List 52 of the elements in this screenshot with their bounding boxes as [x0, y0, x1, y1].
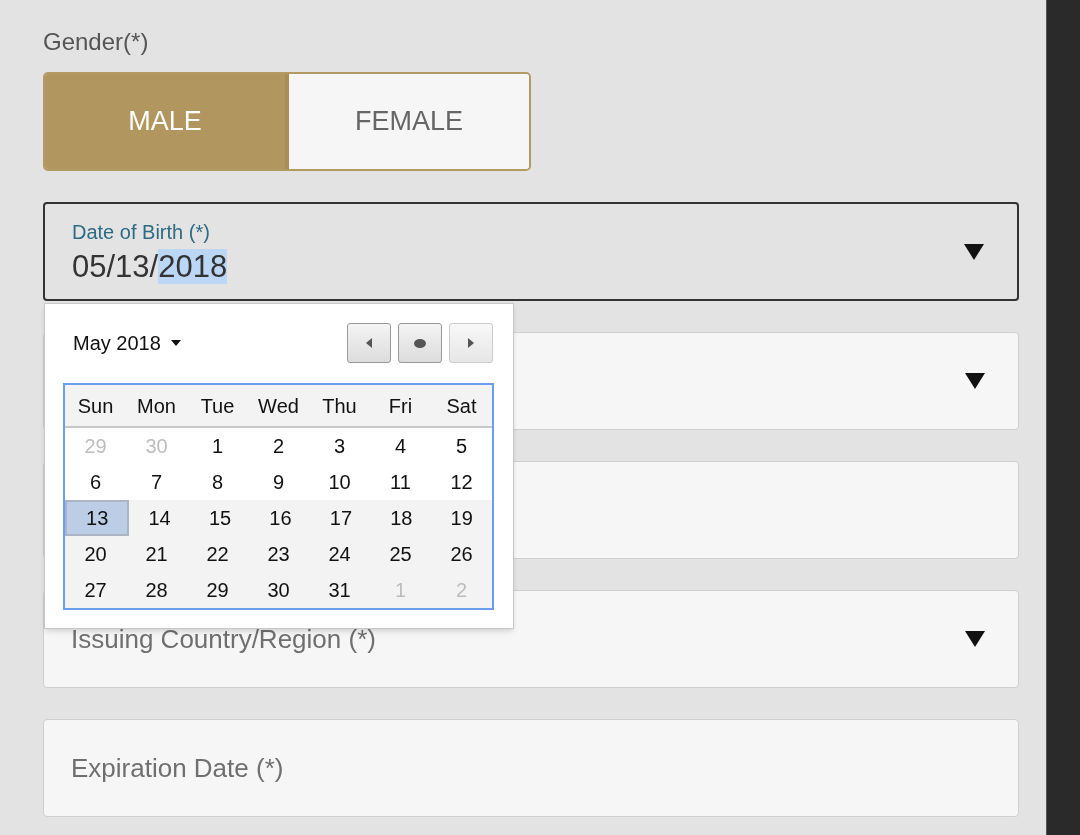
input-field[interactable]: Expiration Date (*)	[43, 719, 1019, 817]
calendar-day[interactable]: 9	[248, 464, 309, 500]
calendar-day[interactable]: 18	[371, 500, 432, 536]
previous-month-button[interactable]	[347, 323, 391, 363]
dropdown-caret-icon	[965, 631, 985, 647]
calendar-day[interactable]: 11	[370, 464, 431, 500]
dropdown-caret-icon	[964, 243, 984, 260]
calendar-day[interactable]: 7	[126, 464, 187, 500]
calendar-day[interactable]: 21	[126, 536, 187, 572]
calendar-day[interactable]: 13	[65, 500, 130, 536]
date-value: 05/13/2018	[72, 247, 229, 286]
calendar-day[interactable]: 23	[248, 536, 309, 572]
today-button[interactable]	[398, 323, 442, 363]
calendar-day[interactable]: 14	[129, 500, 190, 536]
right-triangle-icon	[468, 338, 474, 348]
left-triangle-icon	[366, 338, 372, 348]
calendar-day[interactable]: 19	[431, 500, 492, 536]
gender-option[interactable]: FEMALE	[289, 74, 529, 169]
gender-label: Gender(*)	[43, 27, 150, 57]
calendar-day[interactable]: 5	[431, 428, 492, 464]
weekday-header: Fri	[388, 393, 413, 419]
calendar-day[interactable]: 6	[65, 464, 126, 500]
calendar-day[interactable]: 2	[248, 428, 309, 464]
calendar-day[interactable]: 3	[309, 428, 370, 464]
dropdown-caret-icon	[965, 373, 985, 389]
weekday-header: Tue	[200, 393, 235, 419]
calendar-day[interactable]: 12	[431, 464, 492, 500]
dot-icon	[414, 338, 426, 348]
field-placeholder: Issuing Country/Region (*)	[71, 623, 376, 654]
calendar-day[interactable]: 4	[370, 428, 431, 464]
calendar-day[interactable]: 25	[370, 536, 431, 572]
month-year-dropdown[interactable]: May 2018	[63, 328, 181, 358]
weekday-header: Thu	[322, 393, 357, 419]
date-of-birth-field[interactable]: Date of Birth (*) 05/13/2018	[43, 202, 1019, 301]
calendar-day[interactable]: 16	[250, 500, 311, 536]
weekday-header: Wed	[258, 393, 299, 419]
next-month-button[interactable]	[449, 323, 493, 363]
calendar-day[interactable]: 22	[187, 536, 248, 572]
calendar-day[interactable]: 26	[431, 536, 492, 572]
calendar-day[interactable]: 17	[310, 500, 372, 536]
caret-icon	[170, 340, 181, 346]
field-placeholder: Expiration Date (*)	[71, 752, 284, 783]
weekday-header: Sun	[77, 393, 114, 419]
calendar-day[interactable]: 20	[65, 536, 126, 572]
field-label: Date of Birth (*)	[72, 219, 211, 245]
calendar-day[interactable]: 24	[309, 536, 370, 572]
calendar-day[interactable]: 15	[189, 500, 251, 536]
calendar-day[interactable]: 1	[187, 428, 248, 464]
weekday-header: Mon	[137, 393, 176, 419]
calendar-day[interactable]: 8	[187, 464, 248, 500]
calendar-day[interactable]: 10	[309, 464, 370, 500]
weekday-header: Sat	[446, 393, 477, 419]
